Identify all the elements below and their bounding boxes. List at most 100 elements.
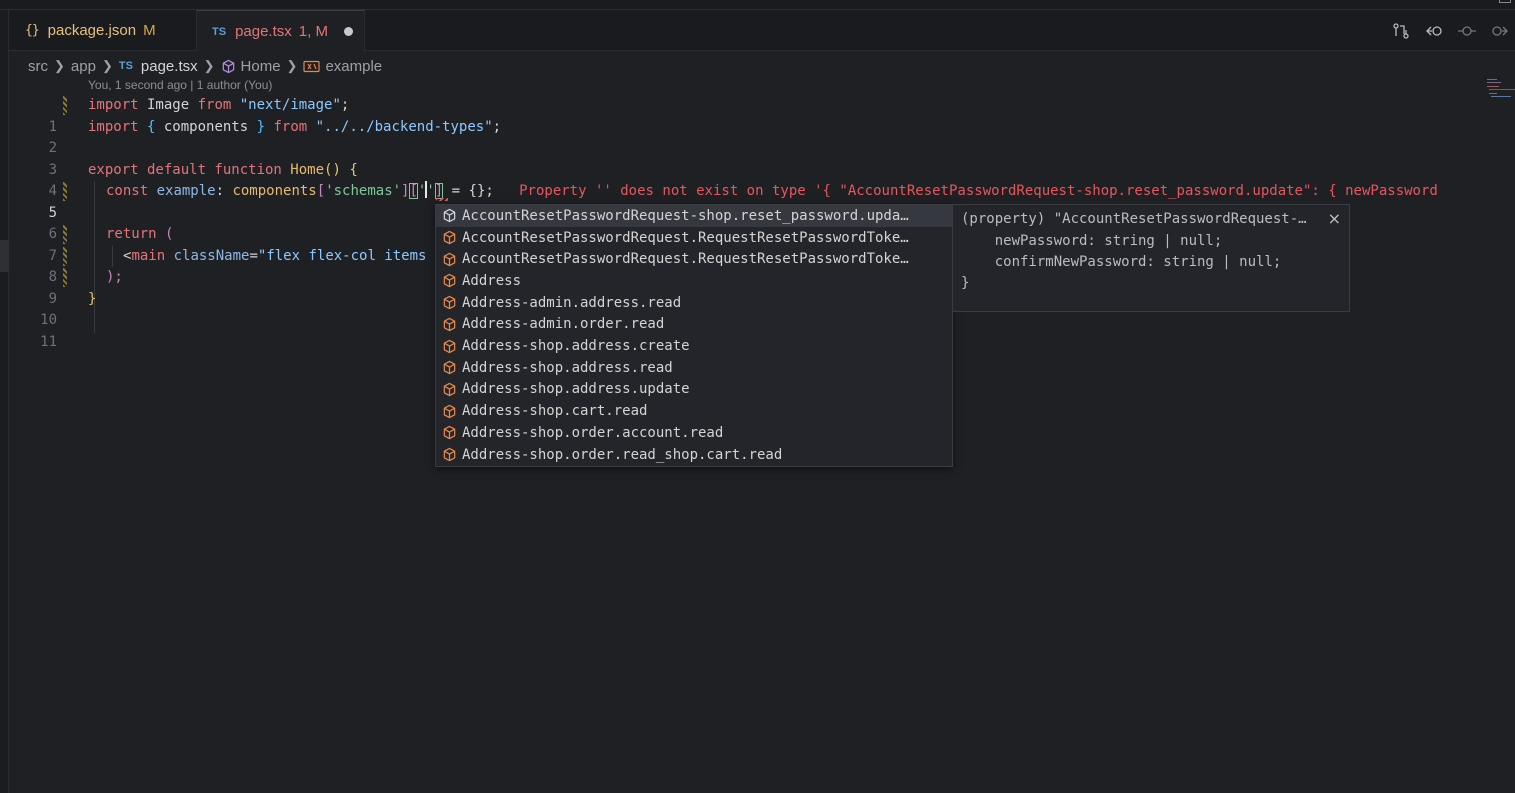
breadcrumb-src[interactable]: src [28, 58, 48, 75]
modified-gutter-mark [63, 182, 67, 201]
suggestion-label: Address-shop.order.account.read [462, 424, 724, 441]
suggestion-label: Address-admin.order.read [462, 316, 665, 333]
tab-bar: {} package.json M TS page.tsx 1, M [9, 10, 1515, 52]
code-token: return [106, 226, 157, 242]
chevron-right-icon: ❯ [286, 58, 298, 73]
compare-changes-icon[interactable] [1390, 20, 1412, 42]
breadcrumb-file[interactable]: page.tsx [141, 58, 198, 75]
suggestion-item[interactable]: AccountResetPasswordRequest.RequestReset… [436, 227, 952, 249]
modified-gutter-mark [63, 225, 67, 244]
property-cube-icon [436, 317, 462, 332]
window-corner-icon [1499, 0, 1511, 3]
code-token: () [324, 161, 341, 178]
code-token: "flex flex-col items [257, 247, 427, 264]
chevron-right-icon: ❯ [54, 58, 65, 73]
suggestion-label: Address-shop.address.update [462, 381, 690, 398]
window-top-strip [0, 0, 1515, 10]
details-line: (property) "AccountResetPasswordRequest-… [961, 211, 1307, 227]
suggestion-item[interactable]: Address-shop.order.account.read [436, 422, 952, 444]
code-token: ] [434, 183, 444, 199]
chevron-right-icon: ❯ [101, 58, 113, 73]
commit-node-icon[interactable] [1456, 20, 1478, 42]
typescript-file-icon: TS [118, 60, 133, 72]
code-token: main [131, 247, 166, 264]
property-cube-icon [436, 295, 462, 310]
property-cube-icon [436, 230, 462, 245]
git-blame-codelens[interactable]: You, 1 second ago | 1 author (You) [88, 78, 272, 92]
code-token: ; [340, 97, 350, 113]
property-cube-icon [436, 382, 462, 397]
property-cube-icon [436, 208, 462, 223]
suggestion-label: AccountResetPasswordRequest.RequestReset… [462, 251, 909, 268]
inline-error-message: Property '' does not exist on type '{ "A… [519, 183, 1438, 199]
activity-edge-marker [0, 240, 9, 272]
error-squiggle [436, 198, 448, 201]
breadcrumb-home[interactable]: Home [241, 58, 281, 75]
code-token: className [165, 247, 250, 264]
property-cube-icon [436, 360, 462, 375]
suggestion-label: Address-shop.address.read [462, 359, 673, 376]
go-forward-change-icon[interactable] [1489, 20, 1511, 42]
json-file-icon: {} [25, 23, 40, 38]
autocomplete-suggestions: AccountResetPasswordRequest-shop.reset_p… [435, 204, 953, 467]
code-token: ' [426, 183, 435, 199]
code-token: "next/image" [231, 97, 341, 113]
suggestion-label: Address-admin.address.read [462, 294, 682, 311]
unsaved-dot-icon[interactable] [343, 27, 353, 36]
code-token: Image [138, 97, 198, 113]
chevron-right-icon: ❯ [203, 58, 215, 73]
breadcrumb-example[interactable]: example [325, 58, 382, 75]
code-token: components [232, 183, 317, 199]
suggestion-item[interactable]: Address-shop.address.create [436, 335, 952, 357]
suggestion-item[interactable]: Address [436, 270, 952, 292]
modified-gutter-mark [63, 246, 67, 266]
code-token: [ [316, 183, 326, 199]
editor-actions [1390, 10, 1515, 51]
property-cube-icon [436, 252, 462, 267]
activity-edge [0, 10, 9, 793]
suggestion-item[interactable]: Address-shop.address.update [436, 379, 952, 401]
property-cube-icon [436, 425, 462, 440]
breadcrumb-app[interactable]: app [71, 58, 96, 75]
suggestion-item[interactable]: Address-shop.order.read_shop.cart.read [436, 444, 952, 466]
suggestion-details-panel: (property) "AccountResetPasswordRequest-… [952, 204, 1350, 312]
suggestion-item[interactable]: AccountResetPasswordRequest-shop.reset_p… [436, 205, 952, 227]
code-token: components [163, 118, 249, 135]
code-token: = {}; [443, 183, 494, 199]
suggestion-label: AccountResetPasswordRequest-shop.reset_p… [462, 207, 909, 224]
code-token: = [249, 247, 258, 264]
details-line: confirmNewPassword: string | null; [961, 254, 1282, 270]
suggestion-item[interactable]: Address-admin.address.read [436, 292, 952, 314]
code-token: ( [156, 226, 174, 242]
suggestion-label: Address-shop.order.read_shop.cart.read [462, 446, 783, 463]
minimap[interactable] [1485, 77, 1515, 117]
typescript-file-icon: TS [212, 25, 227, 38]
suggestion-item[interactable]: AccountResetPasswordRequest.RequestReset… [436, 248, 952, 270]
property-cube-icon [436, 447, 462, 462]
breadcrumb: src ❯ app ❯ TS page.tsx ❯ Home ❯ example [28, 56, 382, 76]
suggestion-label: AccountResetPasswordRequest.RequestReset… [462, 229, 909, 246]
details-line: } [961, 275, 970, 291]
suggestion-item[interactable]: Address-shop.cart.read [436, 400, 952, 422]
code-line: 1 import Image from "next/image"; [9, 95, 1479, 135]
suggestion-item[interactable]: Address-shop.address.read [436, 357, 952, 379]
tab-package-json[interactable]: {} package.json M [9, 10, 197, 51]
code-token: { [138, 118, 164, 135]
suggestion-label: Address [462, 272, 522, 289]
property-cube-icon [436, 339, 462, 354]
property-cube-icon [436, 404, 462, 419]
code-token: "../../backend-types" [307, 118, 493, 135]
tab-git-status: M [143, 22, 156, 39]
tab-label: page.tsx [235, 23, 292, 40]
code-token: import [88, 97, 139, 113]
code-token: } [248, 118, 274, 135]
go-back-change-icon[interactable] [1423, 20, 1445, 42]
line-number: 11 [40, 333, 57, 350]
code-token: ; [492, 118, 502, 135]
close-icon[interactable]: × [1328, 209, 1341, 228]
code-line: 2 import { components } from "../../back… [9, 117, 1479, 157]
code-token: from [273, 118, 308, 135]
code-token: } [88, 290, 97, 307]
suggestion-item[interactable]: Address-admin.order.read [436, 314, 952, 336]
tab-page-tsx[interactable]: TS page.tsx 1, M [197, 10, 365, 52]
